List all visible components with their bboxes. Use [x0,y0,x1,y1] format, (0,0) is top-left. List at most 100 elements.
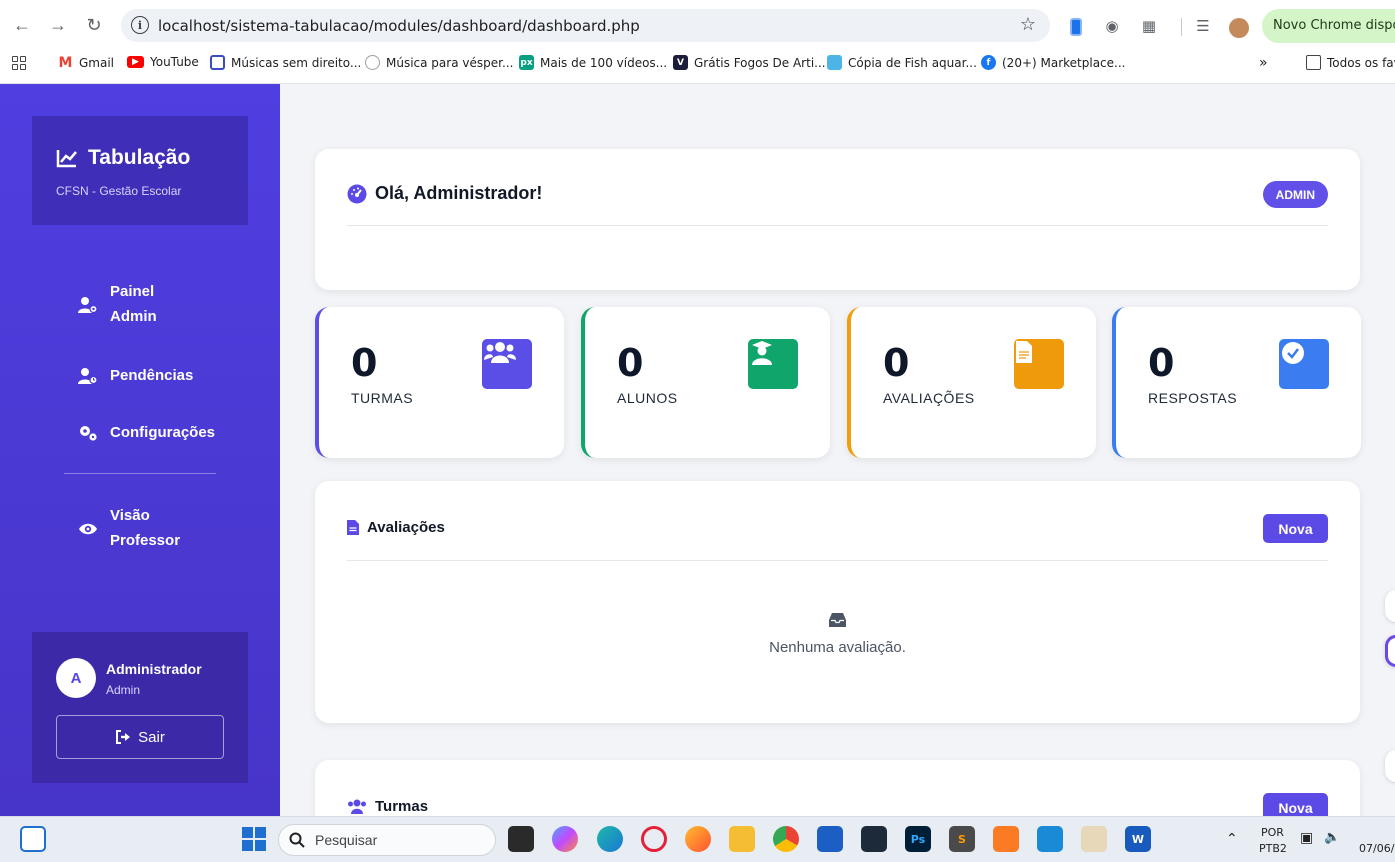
address-bar[interactable]: i localhost/sistema-tabulacao/modules/da… [121,9,1050,42]
all-bookmarks-folder[interactable]: Todos os favoritos [1306,55,1395,70]
brand-subtitle: CFSN - Gestão Escolar [56,184,182,198]
role-badge: ADMIN [1262,181,1328,208]
sidebar-item-pendencias[interactable]: Pendências [78,363,193,388]
sidebar-item-label: Visão Professor [110,507,181,549]
firefox-icon[interactable] [685,826,711,852]
bookmark-label: Todos os favoritos [1327,55,1395,70]
stat-value: 0 [617,341,644,385]
apps-grid-icon[interactable] [12,56,26,70]
forward-arrow-icon[interactable]: → [46,13,70,37]
floating-widget[interactable] [1385,750,1395,782]
sidebar-item-label: Pendências [110,367,194,384]
network-icon[interactable]: ▣ [1300,830,1313,846]
xampp-icon[interactable] [993,826,1019,852]
site-icon [827,55,842,70]
floating-assistant-icon[interactable] [1385,635,1395,667]
welcome-card: Olá, Administrador! ADMIN [315,149,1360,290]
divider [347,560,1328,561]
bookmark-musicas[interactable]: Músicas sem direito... [210,55,361,70]
brand-box: Tabulação CFSN - Gestão Escolar [32,116,248,225]
word-icon[interactable]: W [1125,826,1151,852]
gears-icon [78,420,98,445]
bookmark-marketplace[interactable]: f (20+) Marketplace... [981,55,1125,70]
clock-date[interactable]: 07/06/ [1359,842,1394,855]
edge-icon[interactable] [597,826,623,852]
keyboard-layout[interactable]: PTB2 [1259,842,1287,855]
browser-chrome: ← → ↻ i localhost/sistema-tabulacao/modu… [0,0,1395,84]
windows-start-icon[interactable] [241,826,267,852]
bookmark-musica-vesper[interactable]: Música para vésper... [365,55,513,70]
photoshop-icon[interactable]: Ps [905,826,931,852]
floating-widget[interactable] [1385,590,1395,622]
language-indicator[interactable]: POR [1261,826,1284,839]
stat-label: AVALIAÇÕES [883,390,975,406]
store-icon[interactable] [817,826,843,852]
avaliacoes-card: Avaliações Nova Nenhuma avaliação. [315,481,1360,723]
sidebar-item-painel-admin[interactable]: Painel Admin [78,279,157,329]
section-title: Avaliações [347,519,445,536]
bookmark-star-icon[interactable]: ☆ [1020,14,1036,35]
bookmark-label: Cópia de Fish aquar... [848,55,977,70]
sidebar-item-configuracoes[interactable]: Configurações [78,420,215,445]
puzzle-extensions-icon[interactable]: ▦ [1139,16,1159,36]
gmail-icon: M [58,54,73,71]
back-arrow-icon[interactable]: ← [10,13,34,37]
sidebar-item-visao-professor[interactable]: Visão Professor [78,503,180,553]
bookmark-fish[interactable]: Cópia de Fish aquar... [827,55,977,70]
logout-button[interactable]: Sair [56,715,224,759]
url-text[interactable]: localhost/sistema-tabulacao/modules/dash… [158,17,640,35]
site-info-icon[interactable]: i [131,16,149,34]
taskbar: Pesquisar Ps S W ⌃ POR PTB2 ▣ 🔈 07/06/ [0,816,1395,862]
check-circle-icon [1279,339,1329,389]
sublime-icon[interactable]: S [949,826,975,852]
bookmark-gmail[interactable]: M Gmail [58,54,114,71]
nova-avaliacao-button[interactable]: Nova [1263,514,1328,543]
more-bookmarks-icon[interactable]: » [1259,55,1268,71]
app-icon[interactable] [861,826,887,852]
bookmark-pexels[interactable]: px Mais de 100 vídeos... [519,55,667,70]
brand-name: Tabulação [88,146,191,169]
users-icon [482,339,532,389]
reload-icon[interactable]: ↻ [82,13,106,37]
stat-label: TURMAS [351,390,414,406]
phone-extension-icon[interactable] [1070,18,1082,36]
section-title-text: Avaliações [367,519,445,536]
chrome-icon[interactable] [773,826,799,852]
bookmarks-bar: M Gmail ▶ YouTube Músicas sem direito...… [0,50,1395,76]
pexels-icon: px [519,55,534,70]
stat-value: 0 [883,341,910,385]
avatar: A [56,658,96,698]
taskbar-search[interactable]: Pesquisar [278,824,496,856]
chart-line-icon [56,150,77,168]
file-icon [1014,339,1064,389]
task-view-icon[interactable] [508,826,534,852]
user-clock-icon [78,363,98,388]
bookmark-label: Grátis Fogos De Arti... [694,55,826,70]
paint-icon[interactable] [1081,826,1107,852]
volume-icon[interactable]: 🔈 [1324,830,1340,845]
brand-title[interactable]: Tabulação [56,146,190,170]
vscode-icon[interactable] [1037,826,1063,852]
widgets-icon[interactable] [20,826,46,852]
welcome-text: Olá, Administrador! [375,183,543,203]
site-icon [210,55,225,70]
extension-icon[interactable]: ◉ [1102,16,1122,36]
section-title: Turmas [347,798,428,815]
eye-icon [78,516,98,541]
opera-icon[interactable] [641,826,667,852]
stat-value: 0 [351,341,378,385]
section-title-text: Turmas [375,798,429,815]
stat-label: ALUNOS [617,390,678,406]
profile-avatar[interactable] [1229,18,1249,38]
bookmark-fogos[interactable]: V Grátis Fogos De Arti... [673,55,826,70]
chevron-up-icon[interactable]: ⌃ [1226,831,1238,847]
search-icon [289,832,305,848]
media-control-icon[interactable]: ☰ [1193,16,1213,36]
bookmark-youtube[interactable]: ▶ YouTube [127,55,199,69]
copilot-icon[interactable] [552,826,578,852]
file-icon [347,520,359,535]
bookmark-label: (20+) Marketplace... [1002,55,1126,70]
folder-icon[interactable] [729,826,755,852]
chrome-update-button[interactable]: Novo Chrome disponível [1262,9,1395,43]
toolbar: ← → ↻ i localhost/sistema-tabulacao/modu… [0,4,1395,46]
